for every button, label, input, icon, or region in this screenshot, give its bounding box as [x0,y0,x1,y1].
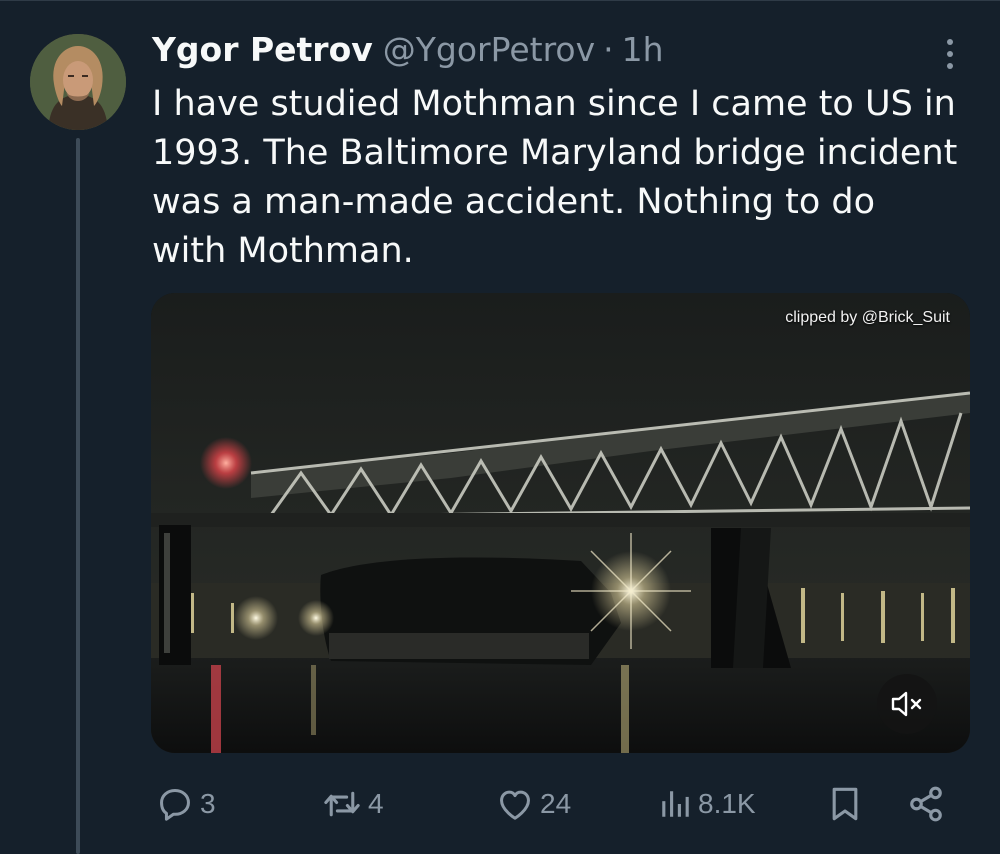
like-button[interactable]: 24 [496,776,571,832]
views-button[interactable]: 8.1K [658,776,756,832]
tweet-header: Ygor Petrov @YgorPetrov · 1h [152,28,664,72]
video-player[interactable]: clipped by @Brick_Suit [151,293,970,753]
like-count: 24 [540,788,572,819]
meta-separator: · [603,30,614,69]
reply-count: 3 [200,788,216,819]
video-frame [151,293,970,753]
repost-button[interactable]: 4 [322,776,384,832]
thread-line [76,138,80,854]
repost-count: 4 [368,788,384,819]
reply-icon [160,789,190,821]
views-chart-icon [662,791,689,817]
action-bar: 3 4 24 8.1K [156,776,956,832]
tweet-text: I have studied Mothman since I came to U… [152,84,958,271]
views-count: 8.1K [698,788,756,819]
tweet-page: Ygor Petrov @YgorPetrov · 1h I have stud… [0,0,1000,854]
more-options-icon[interactable] [932,34,968,74]
speaker-muted-glyph [891,691,922,717]
avatar-portrait [30,34,126,130]
tweet-meta: @YgorPetrov · 1h [383,28,664,72]
bookmark-icon [832,787,858,821]
share-icon [910,786,942,822]
top-divider [0,0,1000,1]
timestamp[interactable]: 1h [622,28,664,72]
display-name[interactable]: Ygor Petrov [152,28,373,72]
repost-icon [324,791,360,817]
heart-icon [500,790,530,820]
avatar[interactable] [30,34,126,130]
speaker-muted-icon[interactable] [877,674,937,734]
bookmark-button[interactable] [828,776,862,832]
video-watermark: clipped by @Brick_Suit [785,309,950,326]
share-button[interactable] [906,776,946,832]
reply-button[interactable]: 3 [156,776,216,832]
handle[interactable]: @YgorPetrov [383,28,595,72]
